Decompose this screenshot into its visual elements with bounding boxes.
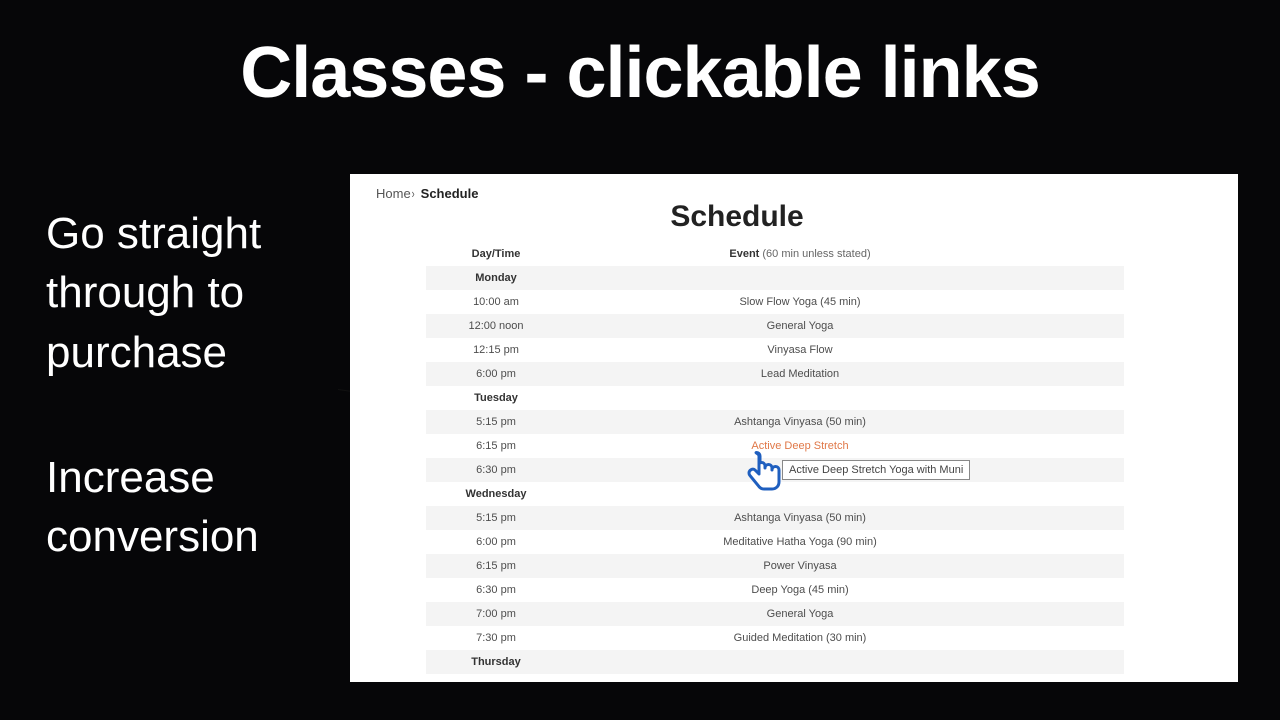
schedule-page: Home› Schedule Schedule Day/TimeEvent (6… [350, 174, 1238, 682]
breadcrumb: Home› Schedule [376, 186, 478, 201]
cell-time: 6:30 pm [426, 458, 566, 482]
cell-time: 5:15 pm [426, 506, 566, 530]
cell-time: 6:00 pm [426, 530, 566, 554]
slide-title: Classes - clickable links [0, 0, 1280, 114]
cell-time: 7:00 pm [426, 602, 566, 626]
callout-line: through to [46, 263, 261, 322]
table-header-row: Day/TimeEvent (60 min unless stated) [426, 242, 1124, 266]
link-tooltip: Active Deep Stretch Yoga with Muni [782, 460, 970, 480]
callout-conversion: Increase conversion [46, 448, 259, 567]
table-row: 10:00 amSlow Flow Yoga (45 min) [426, 290, 1124, 314]
table-row: 12:00 noonGeneral Yoga [426, 314, 1124, 338]
day-label: Wednesday [426, 482, 566, 506]
callout-line: Go straight [46, 204, 261, 263]
cell-blank [1034, 314, 1124, 338]
cell-blank [1034, 410, 1124, 434]
breadcrumb-home[interactable]: Home [376, 186, 411, 201]
table-row: 5:15 pmAshtanga Vinyasa (50 min) [426, 506, 1124, 530]
cell-time: 12:00 noon [426, 314, 566, 338]
day-label: Thursday [426, 650, 566, 674]
cell-blank [1034, 626, 1124, 650]
cell-blank [1034, 458, 1124, 482]
cell-blank [1034, 602, 1124, 626]
cell-blank [1034, 338, 1124, 362]
chevron-right-icon: › [411, 186, 414, 201]
cell-time: 6:15 pm [426, 554, 566, 578]
day-row: Monday [426, 266, 1124, 290]
callout-line: purchase [46, 323, 261, 382]
cell-blank [1034, 506, 1124, 530]
cell-blank [1034, 554, 1124, 578]
callout-line: Increase [46, 448, 259, 507]
cell-event: Slow Flow Yoga (45 min) [566, 290, 1034, 314]
callout-purchase: Go straight through to purchase [46, 204, 261, 382]
table-row: 7:00 pmGeneral Yoga [426, 602, 1124, 626]
table-row: 6:30 pmDeep Yoga (45 min) [426, 578, 1124, 602]
cell-event: General Yoga [566, 314, 1034, 338]
day-row: Tuesday [426, 386, 1124, 410]
cell-event: Guided Meditation (30 min) [566, 626, 1034, 650]
cell-event: Vinyasa Flow [566, 338, 1034, 362]
cell-time: 7:30 pm [426, 626, 566, 650]
cell-event: Power Vinyasa [566, 554, 1034, 578]
cell-time: 6:15 pm [426, 434, 566, 458]
day-row: Thursday [426, 650, 1124, 674]
cell-blank [1034, 290, 1124, 314]
cell-blank [1034, 362, 1124, 386]
page-title: Schedule [350, 200, 1124, 234]
cell-blank [1034, 578, 1124, 602]
table-row: 6:00 pmMeditative Hatha Yoga (90 min) [426, 530, 1124, 554]
table-row: 6:15 pmPower Vinyasa [426, 554, 1124, 578]
cell-time: 12:15 pm [426, 338, 566, 362]
cell-time: 10:00 am [426, 290, 566, 314]
table-row: 6:00 pmLead Meditation [426, 362, 1124, 386]
day-label: Monday [426, 266, 566, 290]
day-label: Tuesday [426, 386, 566, 410]
table-row: 7:30 pmGuided Meditation (30 min) [426, 626, 1124, 650]
cell-time: 5:15 pm [426, 410, 566, 434]
cell-event: Ashtanga Vinyasa (50 min) [566, 410, 1034, 434]
cell-event: General Yoga [566, 602, 1034, 626]
cell-blank [1034, 434, 1124, 458]
col-header-blank [1034, 242, 1124, 266]
pointer-cursor-icon [741, 450, 785, 505]
cell-event: Deep Yoga (45 min) [566, 578, 1034, 602]
cell-event[interactable]: Active Deep Stretch [566, 434, 1034, 458]
breadcrumb-current: Schedule [421, 186, 479, 201]
col-header-event: Event (60 min unless stated) [566, 242, 1034, 266]
callout-line: conversion [46, 507, 259, 566]
col-header-time: Day/Time [426, 242, 566, 266]
cell-time: 6:00 pm [426, 362, 566, 386]
cell-event: Meditative Hatha Yoga (90 min) [566, 530, 1034, 554]
table-row: 12:15 pmVinyasa Flow [426, 338, 1124, 362]
cell-blank [1034, 530, 1124, 554]
cell-event: Ashtanga Vinyasa (50 min) [566, 506, 1034, 530]
table-row: 5:15 pmAshtanga Vinyasa (50 min) [426, 410, 1124, 434]
cell-event: Lead Meditation [566, 362, 1034, 386]
cell-time: 6:30 pm [426, 578, 566, 602]
